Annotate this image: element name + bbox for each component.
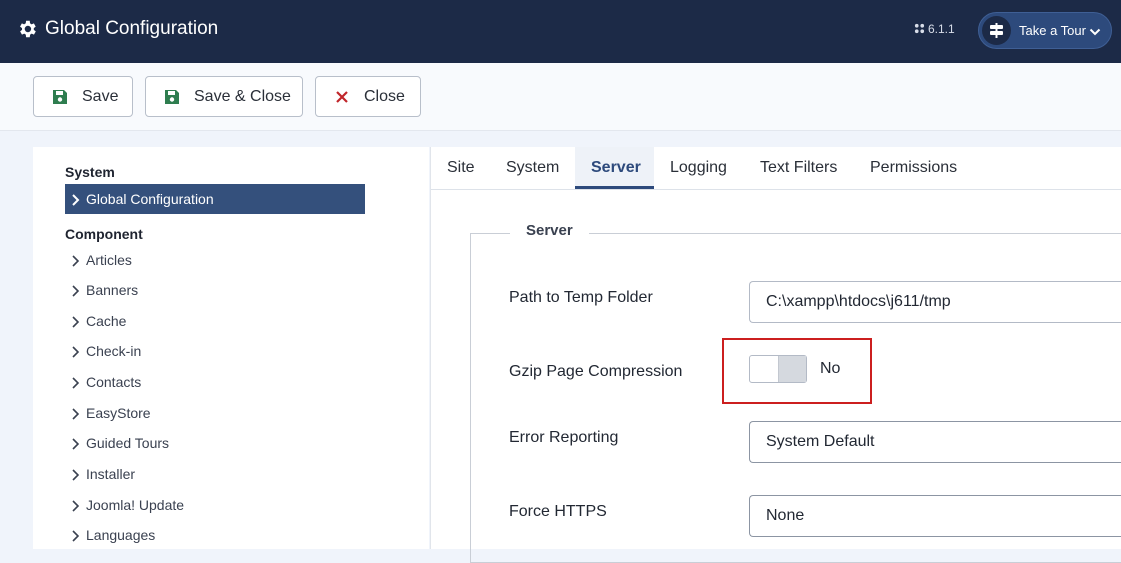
chevron-right-icon	[71, 193, 80, 209]
sidebar-item-label: Languages	[86, 527, 156, 543]
version-text: 6.1.1	[928, 22, 955, 36]
signpost-icon	[982, 16, 1011, 45]
sidebar-item-languages[interactable]: Languages	[65, 523, 365, 549]
sidebar-item-joomla-update[interactable]: Joomla! Update	[65, 493, 365, 519]
chevron-right-icon	[71, 437, 80, 453]
component-heading: Component	[65, 226, 143, 242]
sidebar-item-label: Contacts	[86, 374, 142, 390]
temp-folder-input[interactable]: C:\xampp\htdocs\j611/tmp	[749, 281, 1121, 323]
tab-system[interactable]: System	[506, 147, 559, 189]
tab-server[interactable]: Server	[575, 147, 654, 189]
close-icon	[334, 89, 350, 105]
save-and-close-button[interactable]: Save & Close	[145, 76, 303, 117]
close-button[interactable]: Close	[315, 76, 421, 117]
main-panel: Site System Server Logging Text Filters …	[430, 147, 1121, 563]
fieldset-legend: Server	[510, 222, 589, 239]
version-label: 6.1.1	[914, 22, 955, 36]
sidebar-item-cache[interactable]: Cache	[65, 309, 365, 335]
sidebar-item-banners[interactable]: Banners	[65, 278, 365, 304]
sidebar-item-label: Cache	[86, 313, 127, 329]
save-icon	[164, 89, 180, 105]
system-heading: System	[65, 164, 115, 180]
temp-folder-label: Path to Temp Folder	[509, 289, 653, 306]
chevron-right-icon	[71, 284, 80, 300]
chevron-right-icon	[71, 529, 80, 545]
sidebar-item-label: Installer	[86, 466, 136, 482]
error-reporting-select[interactable]: System Default	[749, 421, 1121, 463]
app-header: Global Configuration 6.1.1 Take a Tour	[0, 0, 1121, 63]
error-reporting-label: Error Reporting	[509, 429, 619, 446]
sidebar-item-label: EasyStore	[86, 405, 151, 421]
save-button[interactable]: Save	[33, 76, 133, 117]
sidebar-item-articles[interactable]: Articles	[65, 248, 365, 274]
tab-permissions[interactable]: Permissions	[870, 147, 957, 189]
sidebar-item-installer[interactable]: Installer	[65, 462, 365, 488]
highlight-box	[722, 338, 872, 404]
force-https-select[interactable]: None	[749, 495, 1121, 537]
tab-text-filters[interactable]: Text Filters	[760, 147, 837, 189]
gzip-label: Gzip Page Compression	[509, 363, 683, 380]
toolbar: Save Save & Close Close	[0, 63, 1121, 131]
chevron-right-icon	[71, 315, 80, 331]
chevron-right-icon	[71, 345, 80, 361]
close-label: Close	[364, 88, 405, 105]
sidebar-item-guided-tours[interactable]: Guided Tours	[65, 431, 365, 457]
chevron-right-icon	[71, 407, 80, 423]
sidebar-item-label: Joomla! Update	[86, 497, 185, 513]
sidebar-item-label: Global Configuration	[86, 191, 214, 207]
tab-bar: Site System Server Logging Text Filters …	[431, 147, 1121, 190]
page-title: Global Configuration	[45, 18, 219, 39]
save-and-close-label: Save & Close	[194, 88, 291, 105]
take-a-tour-button[interactable]: Take a Tour	[978, 12, 1112, 49]
sidebar-item-label: Check-in	[86, 343, 142, 359]
take-a-tour-label: Take a Tour	[1019, 23, 1086, 38]
sidebar-item-global-configuration[interactable]: Global Configuration	[65, 184, 365, 214]
sidebar-item-check-in[interactable]: Check-in	[65, 339, 365, 365]
chevron-down-icon	[1089, 25, 1101, 43]
gear-icon	[16, 18, 38, 40]
force-https-label: Force HTTPS	[509, 503, 607, 520]
sidebar-item-contacts[interactable]: Contacts	[65, 370, 365, 396]
save-icon	[52, 89, 68, 105]
chevron-right-icon	[71, 254, 80, 270]
sidebar-item-label: Articles	[86, 252, 132, 268]
chevron-right-icon	[71, 499, 80, 515]
sidebar: System Global Configuration Component Ar…	[33, 147, 429, 549]
sidebar-item-label: Guided Tours	[86, 435, 170, 451]
chevron-right-icon	[71, 468, 80, 484]
tab-site[interactable]: Site	[447, 147, 475, 189]
sidebar-item-easystore[interactable]: EasyStore	[65, 401, 365, 427]
joomla-icon	[914, 23, 925, 34]
tab-logging[interactable]: Logging	[670, 147, 727, 189]
save-label: Save	[82, 88, 119, 105]
chevron-right-icon	[71, 376, 80, 392]
sidebar-item-label: Banners	[86, 282, 139, 298]
